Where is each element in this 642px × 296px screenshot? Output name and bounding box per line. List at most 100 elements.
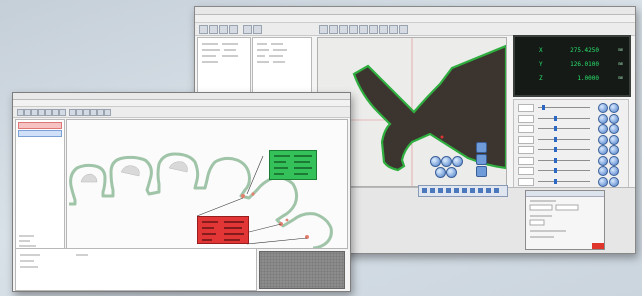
tool-button[interactable] xyxy=(52,109,59,116)
stop-button[interactable] xyxy=(592,243,604,249)
settings-dialog xyxy=(525,190,605,250)
tool-button[interactable] xyxy=(90,109,97,116)
tool-button[interactable] xyxy=(76,109,83,116)
tool-button[interactable] xyxy=(470,188,475,193)
tool-button[interactable] xyxy=(494,188,499,193)
tool-button[interactable] xyxy=(379,25,388,34)
light-control-row xyxy=(518,103,624,113)
tool-button[interactable] xyxy=(462,188,467,193)
jog-pad xyxy=(430,154,464,180)
tool-button[interactable] xyxy=(319,25,328,34)
light-slider-track[interactable] xyxy=(538,128,590,129)
light-control-row xyxy=(518,155,624,166)
light-adjust-button[interactable] xyxy=(609,166,619,176)
tool-button[interactable] xyxy=(243,25,252,34)
tool-button[interactable] xyxy=(349,25,358,34)
toolbar xyxy=(13,107,350,118)
tool-button[interactable] xyxy=(104,109,111,116)
camera-thumbnail[interactable] xyxy=(259,251,345,289)
tool-button[interactable] xyxy=(339,25,348,34)
light-adjust-button[interactable] xyxy=(598,113,608,124)
tree-item[interactable] xyxy=(18,130,62,137)
light-adjust-button[interactable] xyxy=(609,176,619,187)
light-slider-knob[interactable] xyxy=(553,136,557,142)
tool-button[interactable] xyxy=(219,25,228,34)
tool-button[interactable] xyxy=(97,109,104,116)
light-adjust-button[interactable] xyxy=(609,134,619,145)
tool-button[interactable] xyxy=(83,109,90,116)
tool-button[interactable] xyxy=(446,188,451,193)
tool-button[interactable] xyxy=(369,25,378,34)
tool-button[interactable] xyxy=(59,109,66,116)
light-slider-track[interactable] xyxy=(538,159,590,161)
label-text-lines xyxy=(202,221,244,241)
light-adjust-button[interactable] xyxy=(609,113,619,124)
window-title-bar xyxy=(13,93,350,100)
light-slider-knob[interactable] xyxy=(553,168,557,173)
light-adjust-button[interactable] xyxy=(598,103,608,113)
tool-button[interactable] xyxy=(209,25,218,34)
light-adjust-button[interactable] xyxy=(598,124,608,134)
tool-button[interactable] xyxy=(399,25,408,34)
light-channel-label xyxy=(518,114,534,123)
measure-point xyxy=(440,135,444,139)
tool-button[interactable] xyxy=(329,25,338,34)
measurement-label-green[interactable] xyxy=(269,150,317,180)
tool-button[interactable] xyxy=(454,188,459,193)
tool-button[interactable] xyxy=(486,188,491,193)
dialog-content xyxy=(529,200,579,238)
tool-button[interactable] xyxy=(38,109,45,116)
measurement-label-red[interactable] xyxy=(197,216,249,244)
output-panel xyxy=(15,248,257,291)
z-button[interactable] xyxy=(476,154,487,165)
cad-canvas[interactable] xyxy=(66,119,348,250)
tool-button[interactable] xyxy=(69,109,76,116)
light-adjust-button[interactable] xyxy=(609,145,619,155)
tool-button[interactable] xyxy=(253,25,262,34)
tool-button[interactable] xyxy=(31,109,38,116)
tree-item-selected[interactable] xyxy=(18,122,62,129)
light-adjust-button[interactable] xyxy=(598,176,608,187)
light-adjust-button[interactable] xyxy=(609,103,619,113)
jog-button[interactable] xyxy=(430,156,441,167)
tool-button[interactable] xyxy=(430,188,435,193)
dro-row-z: Z 1.0000 mm xyxy=(515,75,629,87)
light-slider-track[interactable] xyxy=(538,107,590,108)
jog-button[interactable] xyxy=(452,156,463,167)
light-adjust-button[interactable] xyxy=(598,145,608,155)
light-slider-knob[interactable] xyxy=(553,115,557,121)
tool-button[interactable] xyxy=(45,109,52,116)
light-slider-track[interactable] xyxy=(538,117,590,119)
tool-button[interactable] xyxy=(422,188,427,193)
jog-button[interactable] xyxy=(446,167,457,178)
jog-button[interactable] xyxy=(441,156,452,167)
tool-button[interactable] xyxy=(24,109,31,116)
z-down-button[interactable] xyxy=(476,166,487,177)
light-slider-track[interactable] xyxy=(538,138,590,140)
tool-button[interactable] xyxy=(478,188,483,193)
light-slider-knob[interactable] xyxy=(553,147,557,152)
light-slider-knob[interactable] xyxy=(553,157,557,163)
tool-button[interactable] xyxy=(359,25,368,34)
light-slider-knob[interactable] xyxy=(553,178,557,184)
light-adjust-button[interactable] xyxy=(609,155,619,166)
cad-comparison-window xyxy=(12,92,351,292)
light-adjust-button[interactable] xyxy=(598,166,608,176)
axis-value: 126.0100 xyxy=(570,61,599,68)
light-slider-track[interactable] xyxy=(538,170,590,171)
light-adjust-button[interactable] xyxy=(598,134,608,145)
light-slider-knob[interactable] xyxy=(553,126,557,131)
z-up-button[interactable] xyxy=(476,142,487,153)
light-slider-knob[interactable] xyxy=(542,105,546,110)
tool-button[interactable] xyxy=(438,188,443,193)
light-slider-track[interactable] xyxy=(538,180,590,182)
tool-button[interactable] xyxy=(17,109,24,116)
light-control-row xyxy=(518,113,624,124)
jog-button[interactable] xyxy=(435,167,446,178)
light-slider-track[interactable] xyxy=(538,149,590,150)
tool-button[interactable] xyxy=(389,25,398,34)
light-adjust-button[interactable] xyxy=(609,124,619,134)
tool-button[interactable] xyxy=(229,25,238,34)
light-adjust-button[interactable] xyxy=(598,155,608,166)
tool-button[interactable] xyxy=(199,25,208,34)
